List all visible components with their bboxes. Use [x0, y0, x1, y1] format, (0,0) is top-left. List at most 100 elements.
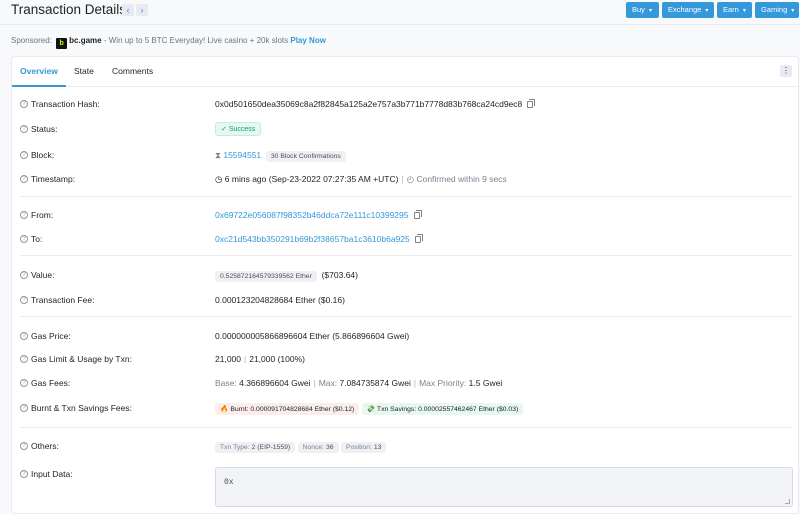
- help-icon[interactable]: ?: [20, 355, 28, 363]
- play-now-link[interactable]: Play Now: [290, 36, 326, 45]
- txn-savings-badge: 💸 Txn Savings: 0.00002557462467 Ether ($…: [361, 403, 524, 415]
- gas-limit-value: 21,000: [215, 354, 241, 364]
- field-label: Transaction Fee:: [31, 295, 95, 305]
- sponsor-text: - Win up to 5 BTC Everyday! Live casino …: [101, 36, 291, 45]
- earn-menu-button[interactable]: Earn ▾: [717, 2, 752, 18]
- section-divider: [20, 427, 792, 428]
- input-data-textarea[interactable]: 0x: [215, 467, 793, 507]
- field-value: 0.525872164579339562 Ether ($703.64): [215, 270, 358, 282]
- gas-max-value: 7.084735874 Gwei: [339, 378, 411, 388]
- input-data-value: 0x: [224, 478, 234, 487]
- position-badge: Position: 13: [340, 442, 387, 453]
- gaming-menu-button[interactable]: Gaming ▾: [755, 2, 799, 18]
- confirmed-within: Confirmed within 9 secs: [416, 174, 507, 184]
- value-usd: ($703.64): [321, 270, 358, 280]
- help-icon[interactable]: ?: [20, 100, 28, 108]
- field-label: To:: [31, 234, 43, 244]
- field-value: 21,000 | 21,000 (100%): [215, 354, 305, 364]
- help-icon[interactable]: ?: [20, 211, 28, 219]
- help-icon[interactable]: ?: [20, 470, 28, 478]
- chevron-left-icon[interactable]: ‹: [122, 4, 134, 16]
- chevron-right-icon[interactable]: ›: [136, 4, 148, 16]
- timer-icon: ◴: [406, 174, 415, 184]
- field-value: ◷ 6 mins ago (Sep-23-2022 07:27:35 AM +U…: [215, 174, 507, 185]
- help-icon[interactable]: ?: [20, 271, 28, 279]
- help-icon[interactable]: ?: [20, 296, 28, 304]
- top-bar: Transaction Details ‹ › Buy ▾ Exchange ▾ E…: [0, 0, 800, 24]
- field-label: Gas Fees:: [31, 378, 71, 388]
- resize-handle-icon[interactable]: [785, 499, 790, 504]
- separator: |: [401, 174, 404, 184]
- copy-icon[interactable]: [413, 210, 422, 219]
- caret-down-icon: ▾: [705, 8, 709, 14]
- copy-icon[interactable]: [527, 99, 536, 108]
- field-label: Timestamp:: [31, 174, 76, 184]
- separator: |: [244, 354, 247, 364]
- field-value: Txn Type: 2 (EIP-1559) Nonce: 36 Positio…: [215, 441, 387, 453]
- caret-down-icon: ▾: [791, 8, 795, 14]
- gas-usage-value: 21,000 (100%): [249, 354, 305, 364]
- help-icon[interactable]: ?: [20, 235, 28, 243]
- field-value: Base: 4.366896604 Gwei | Max: 7.084735874 …: [215, 378, 502, 388]
- field-label: Transaction Hash:: [31, 99, 100, 109]
- status-badge: ✓ Success: [215, 122, 262, 136]
- separator: |: [313, 378, 316, 388]
- field-value: 🔥 Burnt: 0.000091704828684 Ether ($0.12)…: [215, 403, 524, 415]
- field-value: ⧗ 15594551 30 Block Confirmations: [215, 150, 346, 162]
- gas-max-label: Max:: [318, 378, 340, 388]
- section-divider: [20, 316, 792, 317]
- section-divider: [20, 196, 792, 197]
- transaction-fee-value: 0.000123204828684 Ether ($0.16): [215, 295, 345, 305]
- more-options-icon[interactable]: ⋮: [780, 65, 792, 77]
- exchange-menu-button[interactable]: Exchange ▾: [662, 2, 714, 18]
- gas-base-label: Base:: [215, 378, 240, 388]
- section-divider: [20, 255, 792, 256]
- tab-bar: Overview State Comments ⋮: [12, 57, 798, 87]
- tab-overview[interactable]: Overview: [20, 66, 58, 76]
- header-divider: [0, 24, 800, 25]
- page-title: Transaction Details: [11, 2, 127, 17]
- help-icon[interactable]: ?: [20, 404, 28, 412]
- separator: |: [413, 378, 417, 388]
- nonce-badge: Nonce: 36: [297, 442, 339, 453]
- gas-priority-value: 1.5 Gwei: [468, 378, 503, 388]
- transaction-hash: 0x0d501650dea35069c8a2f82845a125a2e757a3…: [215, 99, 523, 109]
- copy-icon[interactable]: [414, 234, 423, 243]
- gas-base-value: 4.366896604 Gwei: [239, 378, 311, 388]
- field-value: 0x69722e056087f98352b46ddca72e111c103992…: [215, 210, 422, 220]
- help-icon[interactable]: ?: [20, 332, 28, 340]
- field-value: 0x0d501650dea35069c8a2f82845a125a2e757a3…: [215, 99, 536, 109]
- tab-comments[interactable]: Comments: [112, 66, 153, 76]
- bcgame-logo-icon: b: [56, 38, 68, 49]
- gas-price-value: 0.000000005866896604 Ether (5.866896604 …: [215, 331, 410, 341]
- field-label: Status:: [31, 124, 58, 134]
- hourglass-icon: ⧗: [215, 150, 221, 160]
- tab-state[interactable]: State: [74, 66, 94, 76]
- help-icon[interactable]: ?: [20, 442, 28, 450]
- burnt-fee-badge: 🔥 Burnt: 0.000091704828684 Ether ($0.12): [215, 403, 360, 415]
- help-icon[interactable]: ?: [20, 379, 28, 387]
- field-label: Block:: [31, 150, 55, 160]
- field-label: Gas Price:: [31, 331, 71, 341]
- transaction-card: Overview State Comments ⋮ ? Transaction …: [11, 56, 799, 514]
- clock-icon: ◷: [215, 174, 223, 184]
- gas-priority-label: Max Priority:: [419, 378, 469, 388]
- sponsor-prefix: Sponsored:: [11, 36, 52, 45]
- to-address-link[interactable]: 0xc21d543bb350291b69b2f38657ba1c3610b6a9…: [215, 234, 410, 244]
- field-label: Input Data:: [31, 469, 73, 479]
- block-number-link[interactable]: 15594551: [223, 150, 261, 160]
- field-label: From:: [31, 210, 54, 220]
- field-label: Burnt & Txn Savings Fees:: [31, 403, 132, 413]
- help-icon[interactable]: ?: [20, 175, 28, 183]
- check-circle-icon: ✓: [221, 126, 229, 133]
- buy-menu-button[interactable]: Buy ▾: [626, 2, 659, 18]
- help-icon[interactable]: ?: [20, 125, 28, 133]
- from-address-link[interactable]: 0x69722e056087f98352b46ddca72e111c103992…: [215, 210, 409, 220]
- help-icon[interactable]: ?: [20, 151, 28, 159]
- field-value: 0xc21d543bb350291b69b2f38657ba1c3610b6a9…: [215, 234, 423, 244]
- field-label: Others:: [31, 441, 59, 451]
- sponsor-brand-link[interactable]: bc.game: [69, 36, 101, 45]
- confirmations-badge: 30 Block Confirmations: [265, 151, 346, 162]
- field-label: Gas Limit & Usage by Txn:: [31, 354, 132, 364]
- value-badge: 0.525872164579339562 Ether: [215, 271, 317, 282]
